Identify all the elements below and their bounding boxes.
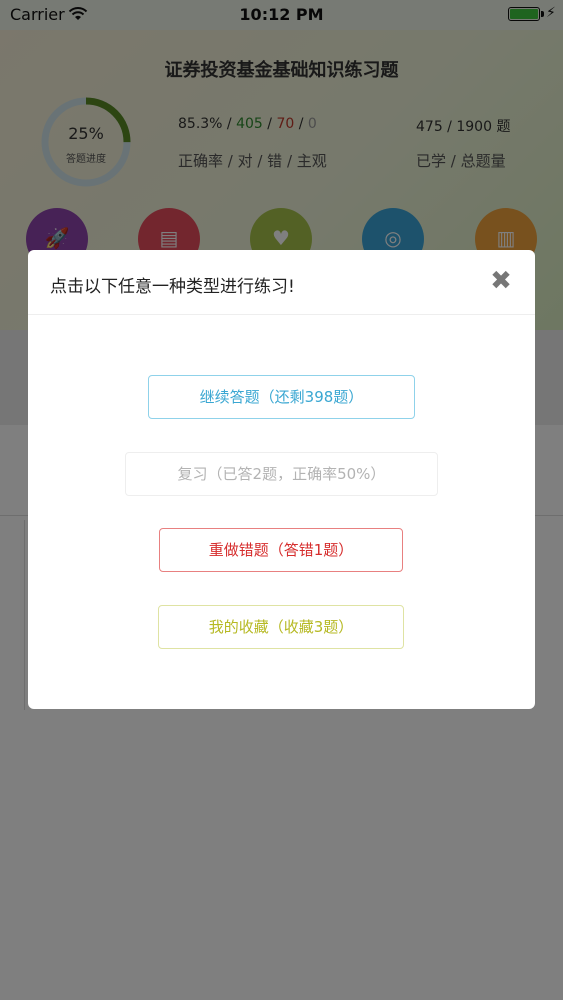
continue-answering-button[interactable]: 继续答题（还剩398题） [148, 375, 415, 419]
dialog-title: 点击以下任意一种类型进行练习! [50, 277, 295, 297]
redo-wrong-button[interactable]: 重做错题（答错1题） [159, 528, 403, 572]
favorites-button[interactable]: 我的收藏（收藏3题） [158, 605, 404, 649]
review-button[interactable]: 复习（已答2题，正确率50%） [125, 452, 438, 496]
close-icon[interactable]: ✖ [486, 266, 516, 296]
dialog-divider [28, 314, 535, 315]
practice-type-dialog: 点击以下任意一种类型进行练习! ✖ 继续答题（还剩398题） 复习（已答2题，正… [28, 250, 535, 709]
